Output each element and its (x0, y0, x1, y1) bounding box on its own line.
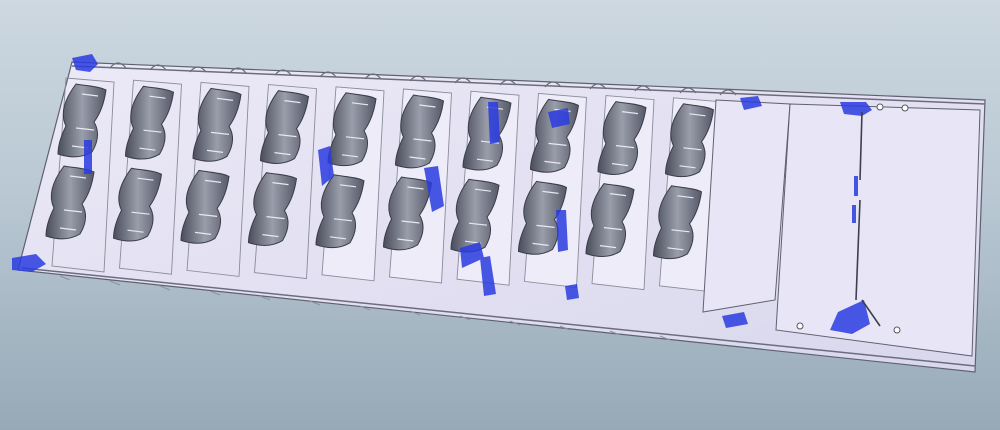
cad-3d-viewport[interactable] (0, 0, 1000, 430)
strip-layout-drawing (12, 54, 986, 373)
blank-plate-station-12 (775, 103, 981, 357)
blank-plate-station-11 (702, 99, 791, 313)
